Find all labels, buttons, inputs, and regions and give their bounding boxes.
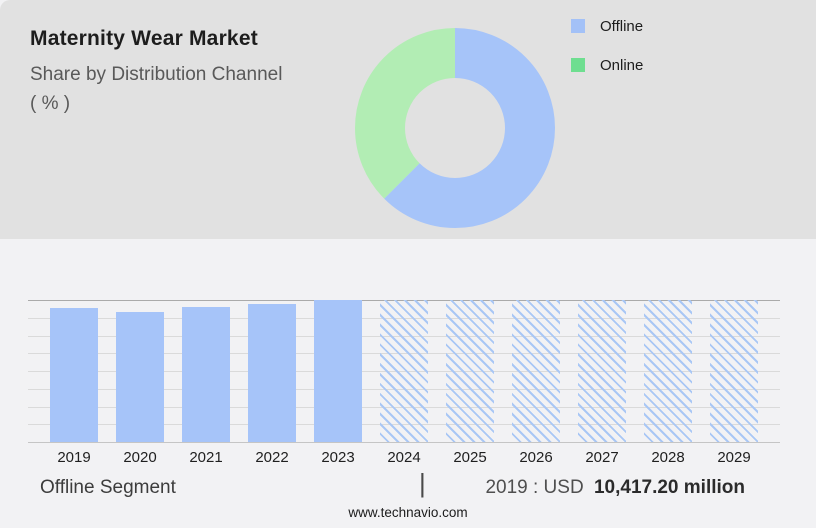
axis-label-2025: 2025 (453, 449, 487, 466)
bar-2020 (116, 312, 164, 442)
bar-forecast-2028 (644, 300, 692, 442)
legend-swatch-offline (571, 19, 585, 33)
axis-label-2029: 2029 (717, 449, 751, 466)
gridline (28, 442, 780, 443)
axis-label-2028: 2028 (651, 449, 685, 466)
year-labels: 2019 2020 2021 2022 2023 2024 2025 2026 2027 2028… (28, 449, 780, 469)
bar-forecast-2025 (446, 300, 494, 442)
axis-label-2019: 2019 (57, 449, 91, 466)
bar-forecast-2029 (710, 300, 758, 442)
donut-chart (355, 28, 555, 228)
axis-label-2026: 2026 (519, 449, 553, 466)
axis-label-2024: 2024 (387, 449, 421, 466)
page-subtitle: Share by Distribution Channel ( % ) (30, 60, 282, 118)
header-panel: Maternity Wear Market Share by Distribut… (0, 0, 816, 239)
bar-2021 (182, 306, 230, 442)
legend-swatch-online (571, 58, 585, 72)
legend-label-offline: Offline (600, 17, 644, 35)
axis-label-2021: 2021 (189, 449, 223, 466)
axis-label-2023: 2023 (321, 449, 355, 466)
axis-label-2020: 2020 (123, 449, 157, 466)
caption-separator: | (419, 468, 426, 498)
footer-website: www.technavio.com (348, 505, 468, 520)
axis-label-2022: 2022 (255, 449, 289, 466)
legend-label-online: Online (600, 56, 644, 74)
segment-label: Offline Segment (40, 477, 176, 498)
bar-2019 (50, 307, 98, 442)
donut-svg (355, 28, 555, 228)
bar-plot (28, 300, 780, 443)
bar-2022 (248, 303, 296, 442)
legend-item-offline: Offline (571, 17, 644, 35)
legend-item-online: Online (571, 56, 644, 74)
value-amount: 10,417.20 million (593, 477, 745, 498)
axis-label-2027: 2027 (585, 449, 619, 466)
bar-2023 (314, 300, 362, 442)
page-title: Maternity Wear Market (30, 27, 258, 50)
bar-forecast-2027 (578, 300, 626, 442)
bar-forecast-2024 (380, 300, 428, 442)
value-line: 2019 : USD 10,417.20 million (485, 477, 745, 499)
subtitle-line-2: ( % ) (30, 93, 71, 114)
value-prefix: 2019 : USD (485, 477, 584, 498)
subtitle-line-1: Share by Distribution Channel (30, 64, 283, 85)
title-block: Maternity Wear Market Share by Distribut… (30, 27, 282, 118)
bar-forecast-2026 (512, 300, 560, 442)
